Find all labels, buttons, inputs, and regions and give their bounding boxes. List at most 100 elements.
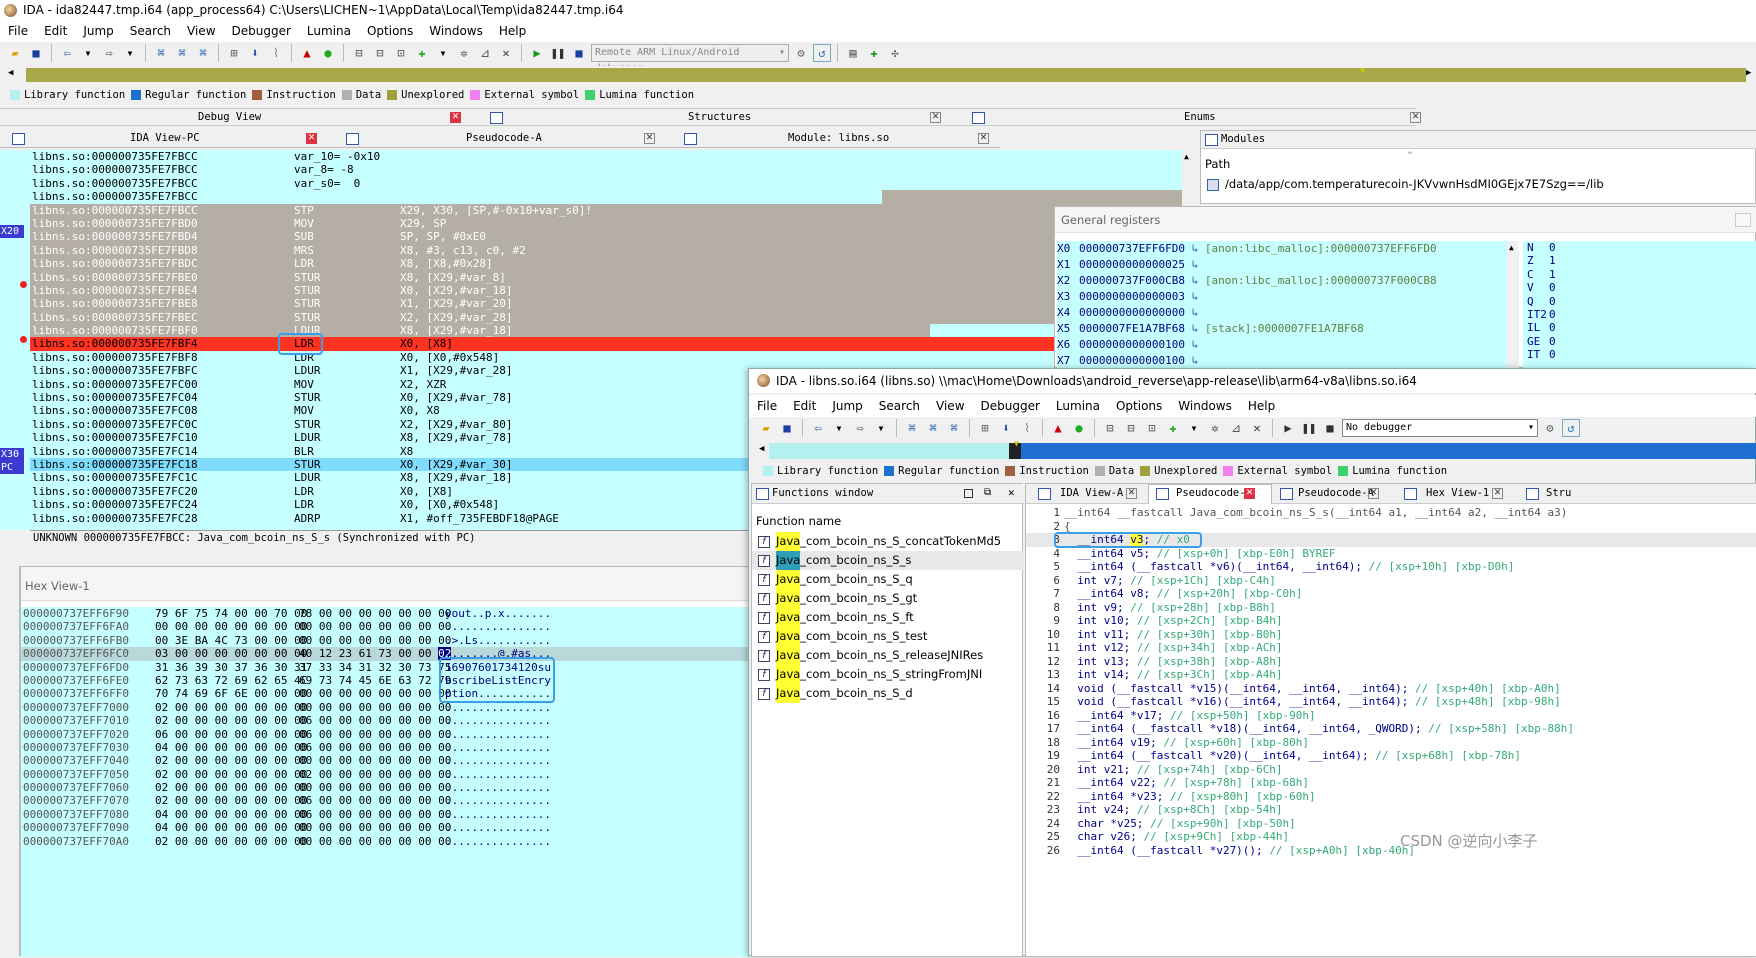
hex-row[interactable]: 000000737EFF7040 02 00 00 00 00 00 00 000… (21, 754, 751, 767)
tab-module-libns[interactable]: Module: libns.so (788, 132, 889, 144)
pseudocode-view[interactable]: 1 __int64 __fastcall Java_com_bcoin_ns_S_… (1026, 506, 1756, 958)
flag-row[interactable]: IT2 0 (1523, 308, 1756, 321)
add-icon[interactable]: ✚ (413, 44, 431, 62)
hex-bytes-1[interactable]: 00 3E BA 4C 73 00 00 00 (155, 634, 307, 647)
jump-arrow-icon[interactable]: ↳ (1192, 242, 1199, 255)
menu-jump[interactable]: Jump (824, 399, 870, 413)
hex-bytes-2[interactable]: 06 00 00 00 00 00 00 00 (299, 741, 451, 754)
menu-search[interactable]: Search (871, 399, 928, 413)
jump-arrow-icon[interactable]: ↳ (1192, 274, 1199, 287)
hex-bytes-1[interactable]: 02 00 00 00 00 00 00 00 (155, 835, 307, 848)
tab-enums[interactable]: Enums (1184, 111, 1216, 123)
binoculars-icon[interactable]: ⌘ (903, 419, 921, 437)
disasm-line[interactable]: libns.so:000000735FE7FBE8 STUR X1, [X29,#… (30, 297, 1182, 311)
hex-ascii[interactable]: ................ (445, 781, 551, 794)
pseudocode-line[interactable]: 25 char v26; // [xsp+9Ch] [xbp-44h] (1026, 830, 1756, 844)
hex-row[interactable]: 000000737EFF6FC0 03 00 00 00 00 00 00 004… (21, 647, 751, 661)
menu-windows[interactable]: Windows (1170, 399, 1240, 413)
register-ref[interactable]: [stack]:0000007FE1A7BF68 (1205, 322, 1364, 335)
list-icon[interactable]: ▤ (844, 44, 862, 62)
pause-icon[interactable]: ❚❚ (549, 44, 567, 62)
flags-list[interactable]: N 0 Z 1 C 1 V 0 Q 0 IT2 0 IL 0 GE 0 IT 0 (1523, 241, 1756, 369)
disasm-gutter[interactable]: X20 X30 PC (0, 150, 30, 530)
register-row[interactable]: X3 0000000000000003 ↳ (1057, 289, 1507, 305)
pseudocode-line[interactable]: 19 __int64 (__fastcall *v20)(__int64, __… (1026, 749, 1756, 763)
pseudocode-line[interactable]: 5 __int64 (__fastcall *v6)(__int64, __in… (1026, 560, 1756, 574)
jump-arrow-icon[interactable]: ↳ (1192, 306, 1199, 319)
hex-bytes-2[interactable]: 00 00 00 00 00 00 00 00 (299, 754, 451, 767)
menu-view[interactable]: View (179, 24, 223, 38)
hex-ascii[interactable]: ................ (445, 794, 551, 807)
jump-arrow-icon[interactable]: ↳ (1192, 322, 1199, 335)
disasm-line[interactable]: libns.so:000000735FE7FBDC LDR X8, [X8,#0x… (30, 257, 1182, 271)
run-to-cursor-icon[interactable]: ⊡ (1143, 419, 1161, 437)
hex-bytes-1[interactable]: 31 36 39 30 37 36 30 31 (155, 661, 307, 674)
register-value[interactable]: 0000000000000025 (1079, 258, 1185, 271)
back-arrow-icon[interactable]: ⇦ (58, 44, 76, 62)
hex-row[interactable]: 000000737EFF7010 02 00 00 00 00 00 00 000… (21, 714, 751, 727)
pseudocode-line[interactable]: 22 __int64 *v23; // [xsp+80h] [xbp-60h] (1026, 790, 1756, 804)
jump-arrow-icon[interactable]: ↳ (1192, 258, 1199, 271)
function-list-item[interactable]: f Java _com_bcoin_ns_S_s (752, 551, 1024, 570)
hex-row[interactable]: 000000737EFF6F90 79 6F 75 74 00 00 70 007… (21, 607, 751, 620)
hex-bytes-1[interactable]: 03 00 00 00 00 00 00 00 (155, 647, 307, 660)
disasm-line[interactable]: libns.so:000000735FE7FBEC STUR X2, [X29,#… (30, 310, 1182, 325)
menu-debugger[interactable]: Debugger (973, 399, 1048, 413)
search-text-icon[interactable]: ⌘ (924, 419, 942, 437)
menu-jump[interactable]: Jump (75, 24, 121, 38)
flag-row[interactable]: Q0 (1523, 295, 1756, 308)
hex-bytes-2[interactable]: 00 00 00 00 00 00 00 00 (299, 821, 451, 834)
save-icon[interactable]: ■ (27, 44, 45, 62)
tab-structures[interactable]: Structures (688, 111, 751, 123)
menu-file[interactable]: File (0, 24, 36, 38)
close-icon[interactable]: ✕ (1368, 488, 1379, 499)
module-path[interactable]: /data/app/com.temperaturecoin-JKVvwnHsdM… (1225, 177, 1604, 191)
register-row[interactable]: X5 0000007FE1A7BF68 ↳ [stack]:0000007FE1A… (1057, 321, 1507, 337)
menu-debugger[interactable]: Debugger (224, 24, 299, 38)
flag-row[interactable]: IT 0 (1523, 348, 1756, 361)
menu-windows[interactable]: Windows (421, 24, 491, 38)
tab-ida-view-a[interactable]: IDA View-A (1060, 487, 1123, 499)
register-row[interactable]: X1 0000000000000025 ↳ (1057, 257, 1507, 273)
menu-options[interactable]: Options (1108, 399, 1170, 413)
options-icon[interactable]: ⚙ (1541, 419, 1559, 437)
function-list-item[interactable]: f Java _com_bcoin_ns_S_gt (752, 589, 1024, 608)
search-text-icon[interactable]: ⌘ (173, 44, 191, 62)
hex-bytes-2[interactable]: 06 00 00 00 00 00 00 00 (299, 808, 451, 821)
pseudocode-line[interactable]: 17 __int64 (__fastcall *v18)(__int64, __… (1026, 722, 1756, 736)
hex-row[interactable]: 000000737EFF7070 02 00 00 00 00 00 00 000… (21, 794, 751, 807)
hex-bytes-2[interactable]: 37 33 34 31 32 30 73 75 (299, 661, 451, 674)
hex-row[interactable]: 000000737EFF6FA0 00 00 00 00 00 00 00 000… (21, 620, 751, 633)
register-ref[interactable]: [anon:libc_malloc]:000000737EFF6FD0 (1205, 242, 1437, 255)
attach-icon[interactable]: ⊿ (1227, 419, 1245, 437)
disasm-line[interactable]: libns.so:000000735FE7FBF4 LDR X0, [X8] (30, 337, 1182, 351)
nav-library-segment[interactable] (769, 443, 1009, 459)
save-icon[interactable]: ■ (778, 419, 796, 437)
open-folder-icon[interactable]: ▰ (6, 44, 24, 62)
hex-row[interactable]: 000000737EFF7060 02 00 00 00 00 00 00 000… (21, 781, 751, 794)
pseudocode-line[interactable]: 8 int v9; // [xsp+28h] [xbp-B8h] (1026, 601, 1756, 615)
hex-bytes-2[interactable]: 00 00 00 00 00 00 00 00 (299, 634, 451, 647)
flag-row[interactable]: IL 0 (1523, 321, 1756, 334)
pseudocode-line[interactable]: 21 __int64 v22; // [xsp+78h] [xbp-68h] (1026, 776, 1756, 790)
pseudocode-line[interactable]: 10 int v11; // [xsp+30h] [xbp-B0h] (1026, 628, 1756, 642)
menu-file[interactable]: File (749, 399, 785, 413)
disasm-line[interactable]: libns.so:000000735FE7FBCC STP X29, X30, [… (30, 203, 1182, 217)
sync-icon[interactable]: ↺ (1562, 419, 1580, 437)
forward-arrow-icon[interactable]: ⇨ (851, 419, 869, 437)
dropdown-icon[interactable]: ▾ (872, 419, 890, 437)
hex-row[interactable]: 000000737EFF7050 02 00 00 00 00 00 00 000… (21, 768, 751, 781)
jump-icon[interactable]: ⊞ (225, 44, 243, 62)
tab-pseudocode-b[interactable]: Pseudocode-B (1176, 487, 1252, 499)
hex-bytes-1[interactable]: 79 6F 75 74 00 00 70 00 (155, 607, 307, 620)
chevron-up-icon[interactable]: ▲ (1184, 152, 1189, 161)
register-row[interactable]: X2 000000737F000CB8 ↳ [anon:libc_malloc]:… (1057, 273, 1507, 289)
hex-bytes-2[interactable]: 69 73 74 45 6E 63 72 79 (299, 674, 451, 687)
chevron-right-icon[interactable]: ▶ (1746, 68, 1754, 82)
tab-hex-view-1[interactable]: Hex View-1 (1426, 487, 1489, 499)
pseudocode-line[interactable]: 26 __int64 (__fastcall *v27)(); // [xsp+… (1026, 844, 1756, 858)
navigation-band[interactable]: ◀ ▼ ▶ (8, 66, 1756, 84)
registers-scrollbar[interactable]: ▲ (1507, 241, 1519, 369)
breakpoint-icon[interactable]: ▲ (298, 44, 316, 62)
disasm-line[interactable]: libns.so:000000735FE7FBCC var_8= -8 (30, 163, 1182, 176)
